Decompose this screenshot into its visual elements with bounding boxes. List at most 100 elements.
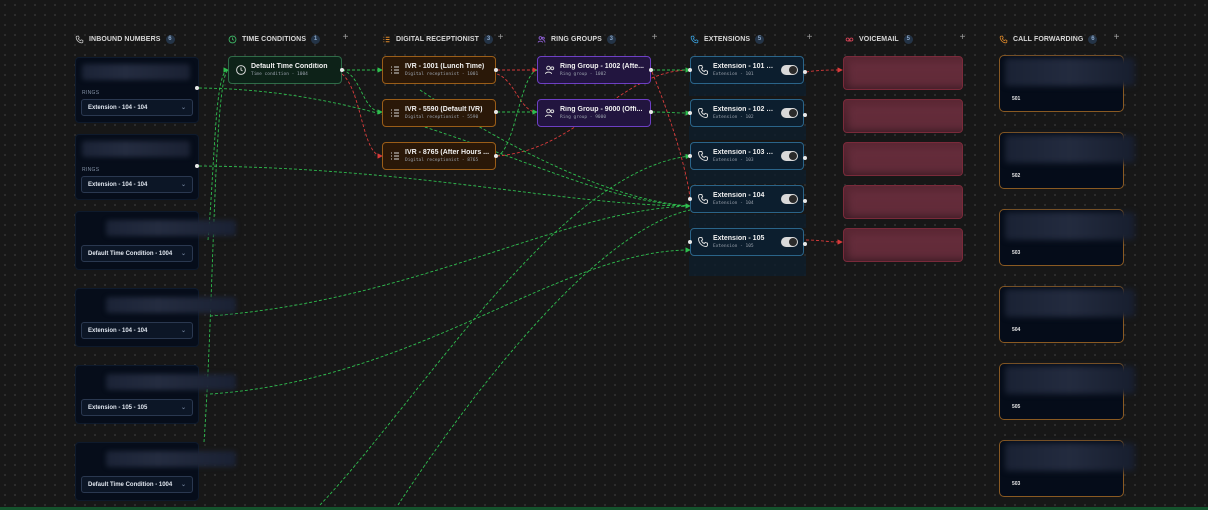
- redacted-number: [82, 141, 190, 157]
- menu-list-icon: [389, 150, 401, 162]
- extension-toggle[interactable]: [781, 65, 798, 75]
- voicemail-icon: [845, 35, 854, 44]
- connection-handle[interactable]: [803, 156, 807, 160]
- voicemail-node[interactable]: [843, 56, 963, 90]
- inbound-number-card[interactable]: Default Time Condition - 1004 ⌄: [75, 442, 236, 501]
- connection-handle[interactable]: [803, 113, 807, 117]
- rings-label: RINGS: [82, 90, 100, 96]
- chevron-down-icon: ⌄: [180, 328, 186, 334]
- column-header-digital-receptionist: DIGITAL RECEPTIONIST 3: [382, 33, 494, 45]
- node-title: Default Time Condition: [251, 63, 328, 70]
- ivr-node[interactable]: IVR - 5590 (Default IVR) Digital receptio…: [382, 99, 496, 127]
- node-subtitle: Digital receptionist - 1001: [405, 72, 479, 77]
- destination-select[interactable]: Extension - 104 - 104 ⌄: [81, 176, 193, 193]
- extension-backdrop: [689, 256, 806, 276]
- connection-handle[interactable]: [688, 197, 692, 201]
- add-time-condition-button[interactable]: +: [340, 33, 351, 44]
- call-forwarding-card[interactable]: 503: [999, 440, 1135, 497]
- column-header-call-forwarding: CALL FORWARDING 6: [999, 33, 1098, 45]
- wire-rg9000-ext102: [651, 110, 691, 116]
- extension-node[interactable]: Extension - 103 (L... Extension - 103: [690, 142, 804, 170]
- voicemail-node[interactable]: [843, 99, 963, 133]
- extension-node[interactable]: Extension - 102 (F... Extension - 102: [690, 99, 804, 127]
- count-badge: 6: [1088, 34, 1098, 44]
- connection-handle[interactable]: [688, 154, 692, 158]
- forwarding-code: 502: [1012, 173, 1021, 179]
- node-title: IVR - 1001 (Lunch Time): [405, 63, 485, 70]
- connection-handle[interactable]: [688, 240, 692, 244]
- column-label: DIGITAL RECEPTIONIST: [396, 35, 480, 43]
- call-forwarding-card[interactable]: 503: [999, 209, 1135, 266]
- call-forwarding-card[interactable]: 502: [999, 132, 1135, 189]
- connection-handle[interactable]: [649, 68, 653, 72]
- node-subtitle: Ring group - 1002: [560, 72, 607, 77]
- phone-icon: [697, 193, 709, 205]
- connection-handle[interactable]: [494, 154, 498, 158]
- users-icon: [544, 107, 556, 119]
- ring-group-node[interactable]: Ring Group - 9000 (Offi... Ring group - 9…: [537, 99, 651, 127]
- connection-handle[interactable]: [688, 111, 692, 115]
- extension-toggle[interactable]: [781, 108, 798, 118]
- voicemail-node[interactable]: [843, 142, 963, 176]
- voicemail-node[interactable]: [843, 228, 963, 262]
- users-icon: [537, 35, 546, 44]
- extension-toggle[interactable]: [781, 237, 798, 247]
- node-subtitle: Extension - 105: [713, 244, 754, 249]
- connection-handle[interactable]: [649, 110, 653, 114]
- add-ring-group-button[interactable]: +: [649, 33, 660, 44]
- inbound-number-card[interactable]: Extension - 105 - 105 ⌄: [75, 365, 236, 424]
- inbound-number-card[interactable]: Extension - 104 - 104 ⌄: [75, 288, 236, 347]
- add-extension-button[interactable]: +: [804, 33, 815, 44]
- connection-handle[interactable]: [803, 242, 807, 246]
- call-forwarding-card[interactable]: 501: [999, 55, 1135, 112]
- destination-select[interactable]: Extension - 104 - 104 ⌄: [81, 322, 193, 339]
- time-condition-node[interactable]: Default Time Condition Time condition - 1…: [228, 56, 342, 84]
- node-subtitle: Ring group - 9000: [560, 115, 607, 120]
- connection-handle[interactable]: [494, 110, 498, 114]
- extension-toggle[interactable]: [781, 194, 798, 204]
- node-title: Extension - 101 (A...: [713, 63, 775, 70]
- ring-group-node[interactable]: Ring Group - 1002 (Afte... Ring group - 1…: [537, 56, 651, 84]
- menu-list-icon: [389, 64, 401, 76]
- node-title: Extension - 104: [713, 192, 765, 199]
- connection-handle[interactable]: [803, 199, 807, 203]
- inbound-number-card[interactable]: RINGS Extension - 104 - 104 ⌄: [75, 134, 199, 200]
- column-header-inbound: INBOUND NUMBERS 6: [75, 33, 175, 45]
- redacted-number: [106, 374, 236, 390]
- inbound-number-card[interactable]: Default Time Condition - 1004 ⌄: [75, 211, 236, 270]
- node-subtitle: Extension - 102: [713, 115, 754, 120]
- ivr-node[interactable]: IVR - 1001 (Lunch Time) Digital reception…: [382, 56, 496, 84]
- connection-handle[interactable]: [195, 164, 199, 168]
- wire-bottom-ext103: [319, 153, 691, 506]
- add-voicemail-button[interactable]: +: [957, 33, 968, 44]
- wire-ext101-vm: [805, 67, 843, 73]
- add-receptionist-button[interactable]: +: [495, 33, 506, 44]
- destination-select[interactable]: Extension - 104 - 104 ⌄: [81, 99, 193, 116]
- clock-icon: [228, 35, 237, 44]
- add-call-forwarding-button[interactable]: +: [1111, 33, 1122, 44]
- call-forwarding-card[interactable]: 504: [999, 286, 1135, 343]
- ivr-node[interactable]: IVR - 8765 (After Hours ... Digital recep…: [382, 142, 496, 170]
- chevron-down-icon: ⌄: [180, 105, 186, 111]
- extension-node[interactable]: Extension - 104 Extension - 104: [690, 185, 804, 213]
- destination-select[interactable]: Default Time Condition - 1004 ⌄: [81, 245, 193, 262]
- connection-handle[interactable]: [688, 68, 692, 72]
- redacted-number: [1005, 366, 1135, 394]
- call-forwarding-card[interactable]: 505: [999, 363, 1135, 420]
- destination-select[interactable]: Default Time Condition - 1004 ⌄: [81, 476, 193, 493]
- column-header-voicemail: VOICEMAIL 5: [845, 33, 913, 45]
- connection-handle[interactable]: [195, 86, 199, 90]
- inbound-number-card[interactable]: RINGS Extension - 104 - 104 ⌄: [75, 57, 199, 123]
- node-title: Ring Group - 1002 (Afte...: [560, 63, 645, 70]
- node-title: Extension - 102 (F...: [713, 106, 775, 113]
- voicemail-node[interactable]: [843, 185, 963, 219]
- connection-handle[interactable]: [494, 68, 498, 72]
- connection-handle[interactable]: [803, 70, 807, 74]
- extension-node[interactable]: Extension - 101 (A... Extension - 101: [690, 56, 804, 84]
- extension-backdrop: [689, 82, 806, 96]
- extension-toggle[interactable]: [781, 151, 798, 161]
- connection-handle[interactable]: [340, 68, 344, 72]
- extension-node[interactable]: Extension - 105 Extension - 105: [690, 228, 804, 256]
- redacted-number: [1005, 58, 1135, 86]
- destination-select[interactable]: Extension - 105 - 105 ⌄: [81, 399, 193, 416]
